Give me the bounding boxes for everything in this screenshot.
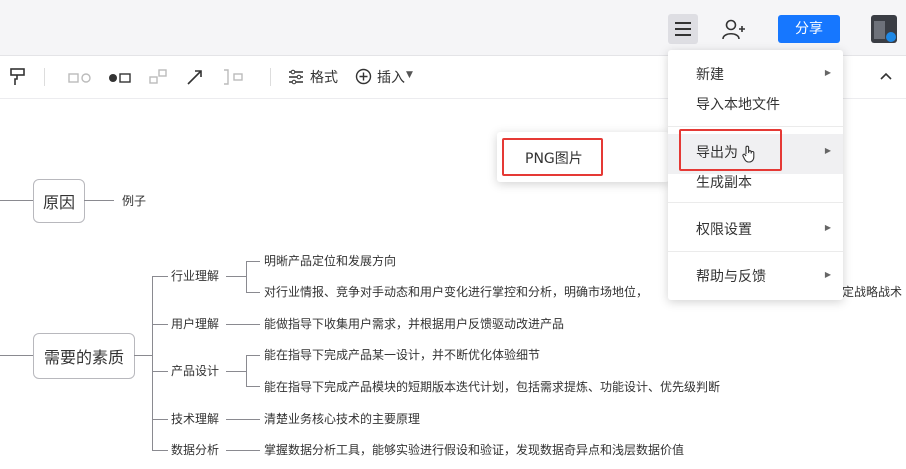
insert-parent-icon[interactable] [148, 68, 168, 90]
connector-line [0, 200, 33, 201]
chevron-right-icon: ▶ [824, 68, 831, 77]
connector-line [226, 371, 246, 372]
connect-arrow-icon[interactable] [186, 68, 204, 90]
connector-line [246, 261, 260, 262]
mindmap-leaf[interactable]: 例子 [122, 193, 146, 209]
hand-cursor-icon [742, 145, 756, 167]
mindmap-branch[interactable]: 行业理解 [171, 268, 219, 284]
connector-line [152, 324, 168, 325]
node-label: 需要的素质 [43, 348, 124, 367]
share-button[interactable]: 分享 [778, 15, 840, 43]
menu-item-help[interactable]: 帮助与反馈 [696, 266, 766, 286]
highlight-box [502, 138, 603, 176]
connector-line [152, 276, 153, 451]
connector-line [246, 355, 260, 356]
node-label: 原因 [42, 193, 75, 212]
connector-line [226, 450, 260, 451]
format-button[interactable]: 格式 [310, 67, 338, 87]
toolbar-divider [44, 68, 45, 86]
mindmap-node-cause[interactable]: 原因 [33, 179, 85, 223]
connector-line [246, 355, 247, 387]
chevron-right-icon: ▶ [824, 270, 831, 279]
mindmap-leaf[interactable]: 能在指导下完成产品模块的短期版本迭代计划，包括需求提炼、功能设计、优先级判断 [264, 379, 720, 395]
mindmap-branch[interactable]: 技术理解 [171, 411, 219, 427]
mindmap-branch[interactable]: 产品设计 [171, 363, 219, 379]
export-submenu: PNG图片 [497, 132, 669, 182]
mindmap-branch[interactable]: 用户理解 [171, 316, 219, 332]
mindmap-leaf[interactable]: 明晰产品定位和发展方向 [264, 253, 396, 269]
menu-divider [668, 202, 843, 203]
connector-line [152, 276, 168, 277]
insert-button[interactable]: 插入 [377, 67, 405, 87]
connector-line [152, 371, 168, 372]
collapse-toolbar-icon[interactable] [878, 68, 894, 88]
menu-item-duplicate[interactable]: 生成副本 [696, 172, 752, 192]
connector-line [152, 419, 168, 420]
connector-line [134, 355, 152, 356]
connector-line [246, 292, 260, 293]
add-user-icon[interactable] [720, 17, 746, 43]
insert-plus-icon[interactable] [355, 68, 372, 89]
format-painter-icon[interactable] [10, 68, 26, 90]
menu-item-permissions[interactable]: 权限设置 [696, 219, 752, 239]
chevron-right-icon: ▶ [824, 223, 831, 232]
menu-divider [668, 251, 843, 252]
mindmap-leaf[interactable]: 能在指导下完成产品某一设计，并不断优化体验细节 [264, 347, 540, 363]
mindmap-leaf[interactable]: 清楚业务核心技术的主要原理 [264, 411, 420, 427]
avatar[interactable] [871, 15, 897, 43]
mindmap-leaf[interactable]: 对行业情报、竞争对手动态和用户变化进行掌控和分析，明确市场地位， [264, 284, 648, 300]
connector-line [84, 200, 114, 201]
menu-item-import[interactable]: 导入本地文件 [696, 94, 780, 114]
highlight-box [679, 129, 782, 171]
connector-line [0, 355, 33, 356]
summary-bracket-icon[interactable] [222, 68, 244, 90]
insert-sibling-icon[interactable] [68, 70, 92, 89]
toolbar-divider [270, 68, 271, 86]
connector-line [226, 276, 246, 277]
hamburger-icon[interactable] [668, 14, 698, 44]
caret-down-icon[interactable]: ▼ [406, 70, 413, 80]
format-icon[interactable] [288, 69, 304, 89]
mindmap-node-qualities[interactable]: 需要的素质 [33, 333, 135, 379]
mindmap-branch[interactable]: 数据分析 [171, 442, 219, 458]
insert-child-icon[interactable] [108, 70, 132, 89]
top-bar: 分享 [0, 0, 906, 56]
connector-line [246, 386, 260, 387]
mindmap-leaf[interactable]: 能做指导下收集用户需求，并根据用户反馈驱动改进产品 [264, 316, 564, 332]
mindmap-leaf[interactable]: 掌握数据分析工具，能够实验进行假设和验证，发现数据奇异点和浅层数据价值 [264, 442, 684, 458]
connector-line [226, 324, 260, 325]
connector-line [152, 450, 168, 451]
connector-line [226, 419, 260, 420]
menu-divider [668, 126, 843, 127]
menu-item-new[interactable]: 新建 [696, 64, 724, 84]
main-dropdown-menu: 新建 ▶ 导入本地文件 导出为 ▶ 生成副本 权限设置 ▶ 帮助与反馈 ▶ [668, 50, 843, 300]
connector-line [246, 261, 247, 293]
chevron-right-icon: ▶ [824, 146, 831, 155]
